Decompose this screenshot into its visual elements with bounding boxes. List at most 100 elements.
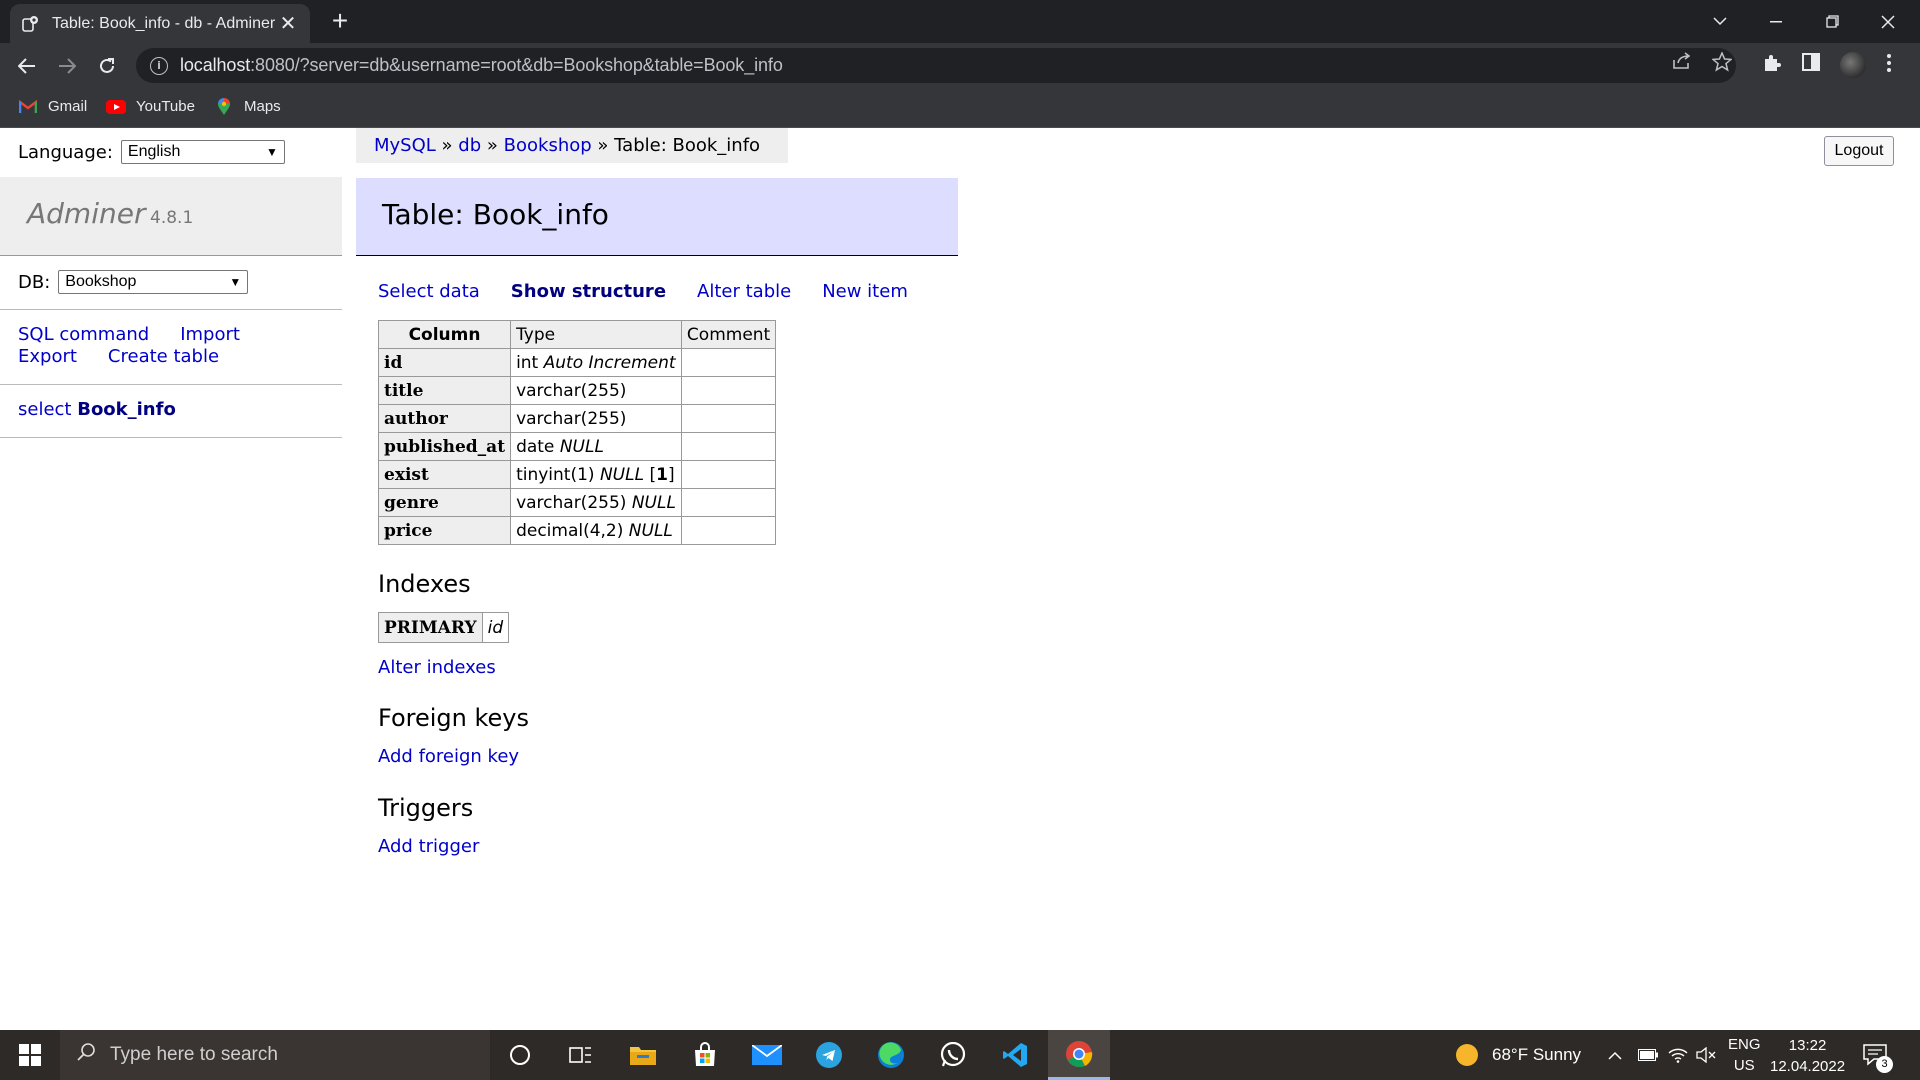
indexes-heading: Indexes [378, 570, 471, 598]
breadcrumb-database[interactable]: Bookshop [504, 135, 592, 156]
tab-title: Table: Book_info - db - Adminer [52, 14, 276, 32]
telegram-icon[interactable] [800, 1030, 858, 1080]
reload-icon[interactable] [92, 51, 122, 81]
page-title-box: Table: Book_info [356, 178, 958, 256]
table-row: author varchar(255) [377, 404, 777, 433]
column-name: id [377, 348, 512, 377]
index-columns: id [481, 612, 510, 643]
column-default: 1 [656, 464, 668, 485]
close-window-icon[interactable] [1860, 0, 1916, 43]
whatsapp-icon[interactable] [924, 1030, 982, 1080]
restore-icon[interactable] [1804, 0, 1860, 43]
youtube-icon [106, 99, 126, 115]
address-bar[interactable]: i localhost:8080/?server=db&username=roo… [136, 48, 1736, 83]
select-table-link[interactable]: select [18, 399, 71, 420]
back-arrow-icon[interactable] [12, 51, 42, 81]
microsoft-store-icon[interactable] [676, 1030, 734, 1080]
select-data-link[interactable]: Select data [378, 281, 480, 302]
menu-dots-icon[interactable] [1886, 53, 1892, 78]
tab-close-icon[interactable]: ✕ [278, 11, 298, 36]
windows-start-icon[interactable] [0, 1030, 60, 1080]
battery-icon[interactable] [1638, 1030, 1658, 1080]
import-link[interactable]: Import [180, 324, 240, 345]
db-select[interactable]: Bookshop ▼ [58, 270, 249, 294]
chevron-down-icon: ▼ [229, 275, 242, 289]
chrome-icon[interactable] [1048, 1030, 1110, 1080]
breadcrumb-mysql[interactable]: MySQL [374, 135, 436, 156]
column-name: price [377, 516, 512, 545]
bookmark-youtube[interactable]: YouTube [106, 98, 195, 115]
minimize-icon[interactable] [1748, 0, 1804, 43]
column-name: title [377, 376, 512, 405]
sidebar-divider [0, 309, 342, 310]
browser-tab[interactable]: Table: Book_info - db - Adminer ✕ [10, 4, 310, 43]
breadcrumb-current: Table: Book_info [614, 135, 761, 156]
table-list: select Book_info [18, 399, 176, 420]
input-language-indicator[interactable]: ENG US [1728, 1030, 1761, 1080]
adminer-version: 4.8.1 [150, 208, 194, 228]
file-explorer-icon[interactable] [614, 1030, 672, 1080]
column-name: exist [377, 460, 512, 489]
add-foreign-key-link[interactable]: Add foreign key [378, 746, 519, 767]
mail-icon[interactable] [738, 1030, 796, 1080]
taskbar-clock[interactable]: 13:22 12.04.2022 [1770, 1035, 1845, 1077]
add-trigger-link[interactable]: Add trigger [378, 836, 479, 857]
breadcrumb-db[interactable]: db [458, 135, 481, 156]
column-type: int Auto Increment [510, 348, 682, 377]
alter-table-link[interactable]: Alter table [697, 281, 791, 302]
share-icon[interactable] [1672, 52, 1692, 75]
logout-button[interactable]: Logout [1824, 136, 1894, 166]
cortana-icon[interactable] [491, 1030, 549, 1080]
edge-icon[interactable] [862, 1030, 920, 1080]
column-comment [680, 348, 777, 377]
table-row: price decimal(4,2) NULL [377, 516, 777, 545]
bookmark-star-icon[interactable] [1711, 51, 1733, 77]
table-row: genre varchar(255) NULL [377, 488, 777, 517]
column-type: varchar(255) [510, 376, 682, 405]
create-table-link[interactable]: Create table [108, 346, 219, 367]
extensions-puzzle-icon[interactable] [1762, 53, 1782, 78]
side-panel-icon[interactable] [1802, 53, 1820, 76]
browser-toolbar: i localhost:8080/?server=db&username=roo… [0, 43, 1920, 88]
adminer-logo[interactable]: Adminer [27, 197, 145, 230]
structure-table: Column Type Comment id int Auto Incremen… [377, 320, 777, 545]
bookmark-gmail[interactable]: Gmail [18, 98, 87, 115]
new-tab-button[interactable]: + [326, 7, 354, 36]
table-row: id int Auto Increment [377, 348, 777, 377]
column-comment [680, 460, 777, 489]
bookmark-maps[interactable]: Maps [214, 97, 281, 115]
vscode-icon[interactable] [986, 1030, 1044, 1080]
alter-indexes-link[interactable]: Alter indexes [378, 657, 496, 678]
page-title: Table: Book_info [382, 198, 609, 231]
column-header: Column [377, 320, 512, 349]
db-label: DB: [18, 271, 51, 293]
column-comment [680, 404, 777, 433]
profile-avatar[interactable] [1840, 52, 1866, 78]
forward-arrow-icon[interactable] [52, 51, 82, 81]
sidebar-links: SQL command Import Export Create table [18, 324, 240, 367]
url-text: localhost:8080/?server=db&username=root&… [180, 55, 783, 75]
new-item-link[interactable]: New item [822, 281, 908, 302]
wifi-icon[interactable] [1668, 1030, 1688, 1080]
show-structure-link[interactable]: Show structure [511, 281, 666, 302]
column-type: varchar(255) [510, 404, 682, 433]
taskbar-search-box[interactable]: Type here to search [60, 1030, 490, 1080]
site-info-icon[interactable]: i [150, 56, 168, 75]
export-link[interactable]: Export [18, 346, 77, 367]
sun-icon [1456, 1044, 1478, 1066]
sql-command-link[interactable]: SQL command [18, 324, 149, 345]
show-hidden-icons-chevron-icon[interactable] [1608, 1030, 1622, 1080]
table-row: PRIMARY id [378, 612, 510, 643]
type-header: Type [510, 320, 682, 349]
language-label: Language: [18, 141, 113, 163]
adminer-logo-box: Adminer 4.8.1 [0, 177, 342, 256]
table-book-info-link[interactable]: Book_info [77, 399, 176, 420]
column-type: tinyint(1) NULL [1] [510, 460, 682, 489]
notifications-icon[interactable]: 3 [1862, 1030, 1893, 1080]
weather-widget[interactable]: 68°F Sunny [1456, 1030, 1581, 1080]
tab-search-chevron-icon[interactable] [1692, 0, 1748, 43]
volume-muted-icon[interactable] [1696, 1030, 1716, 1080]
task-view-icon[interactable] [552, 1030, 610, 1080]
language-select[interactable]: English ▼ [120, 140, 285, 164]
column-type: date NULL [510, 432, 682, 461]
